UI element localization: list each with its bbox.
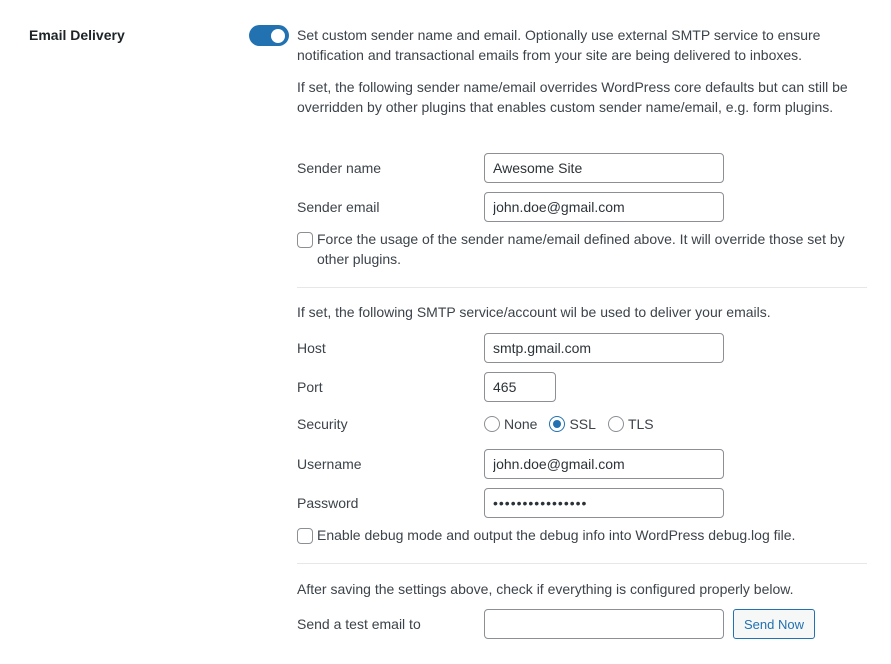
debug-checkbox[interactable] [297,528,313,544]
port-row: Port [297,372,556,402]
sender-email-label: Sender email [297,199,380,215]
host-row: Host [297,333,724,363]
sender-note: If set, the following sender name/email … [297,79,848,115]
separator [297,563,867,564]
security-label: Security [297,416,348,432]
password-label: Password [297,495,359,511]
sender-name-input[interactable] [484,153,724,183]
radio-ssl-label: SSL [569,416,596,432]
password-input[interactable] [484,488,724,518]
force-sender-label: Force the usage of the sender name/email… [317,231,845,267]
sender-name-label: Sender name [297,160,382,176]
force-sender-row: Force the usage of the sender name/email… [297,230,867,269]
sender-email-input[interactable] [484,192,724,222]
radio-none[interactable] [484,416,500,432]
security-option-tls[interactable]: TLS [607,416,654,432]
radio-ssl[interactable] [549,416,566,432]
host-label: Host [297,340,326,356]
username-input[interactable] [484,449,724,479]
port-label: Port [297,379,323,395]
radio-tls-label: TLS [627,416,654,432]
test-email-row: Send a test email to Send Now [297,609,815,639]
section-title: Email Delivery [29,27,125,43]
host-input[interactable] [484,333,724,363]
security-radio-group: None SSL TLS [484,416,666,432]
username-label: Username [297,456,362,472]
username-row: Username [297,449,724,479]
debug-label: Enable debug mode and output the debug i… [317,527,796,543]
security-option-ssl[interactable]: SSL [549,416,596,432]
send-now-button[interactable]: Send Now [733,609,815,639]
test-email-input[interactable] [484,609,724,639]
separator [297,287,867,288]
sender-email-row: Sender email [297,192,724,222]
intro-block: Set custom sender name and email. Option… [297,26,867,117]
port-input[interactable] [484,372,556,402]
intro-description: Set custom sender name and email. Option… [297,27,821,63]
email-delivery-toggle[interactable] [249,25,289,46]
debug-row: Enable debug mode and output the debug i… [297,526,795,546]
test-email-label: Send a test email to [297,616,421,632]
test-note: After saving the settings above, check i… [297,581,794,597]
sender-name-row: Sender name [297,153,724,183]
radio-none-label: None [504,416,538,432]
security-option-none[interactable]: None [484,416,537,432]
toggle-knob [271,28,285,43]
password-row: Password [297,488,724,518]
smtp-note: If set, the following SMTP service/accou… [297,304,771,320]
force-sender-checkbox[interactable] [297,232,313,248]
security-row: Security None SSL TLS [297,416,666,432]
radio-tls[interactable] [607,416,624,432]
